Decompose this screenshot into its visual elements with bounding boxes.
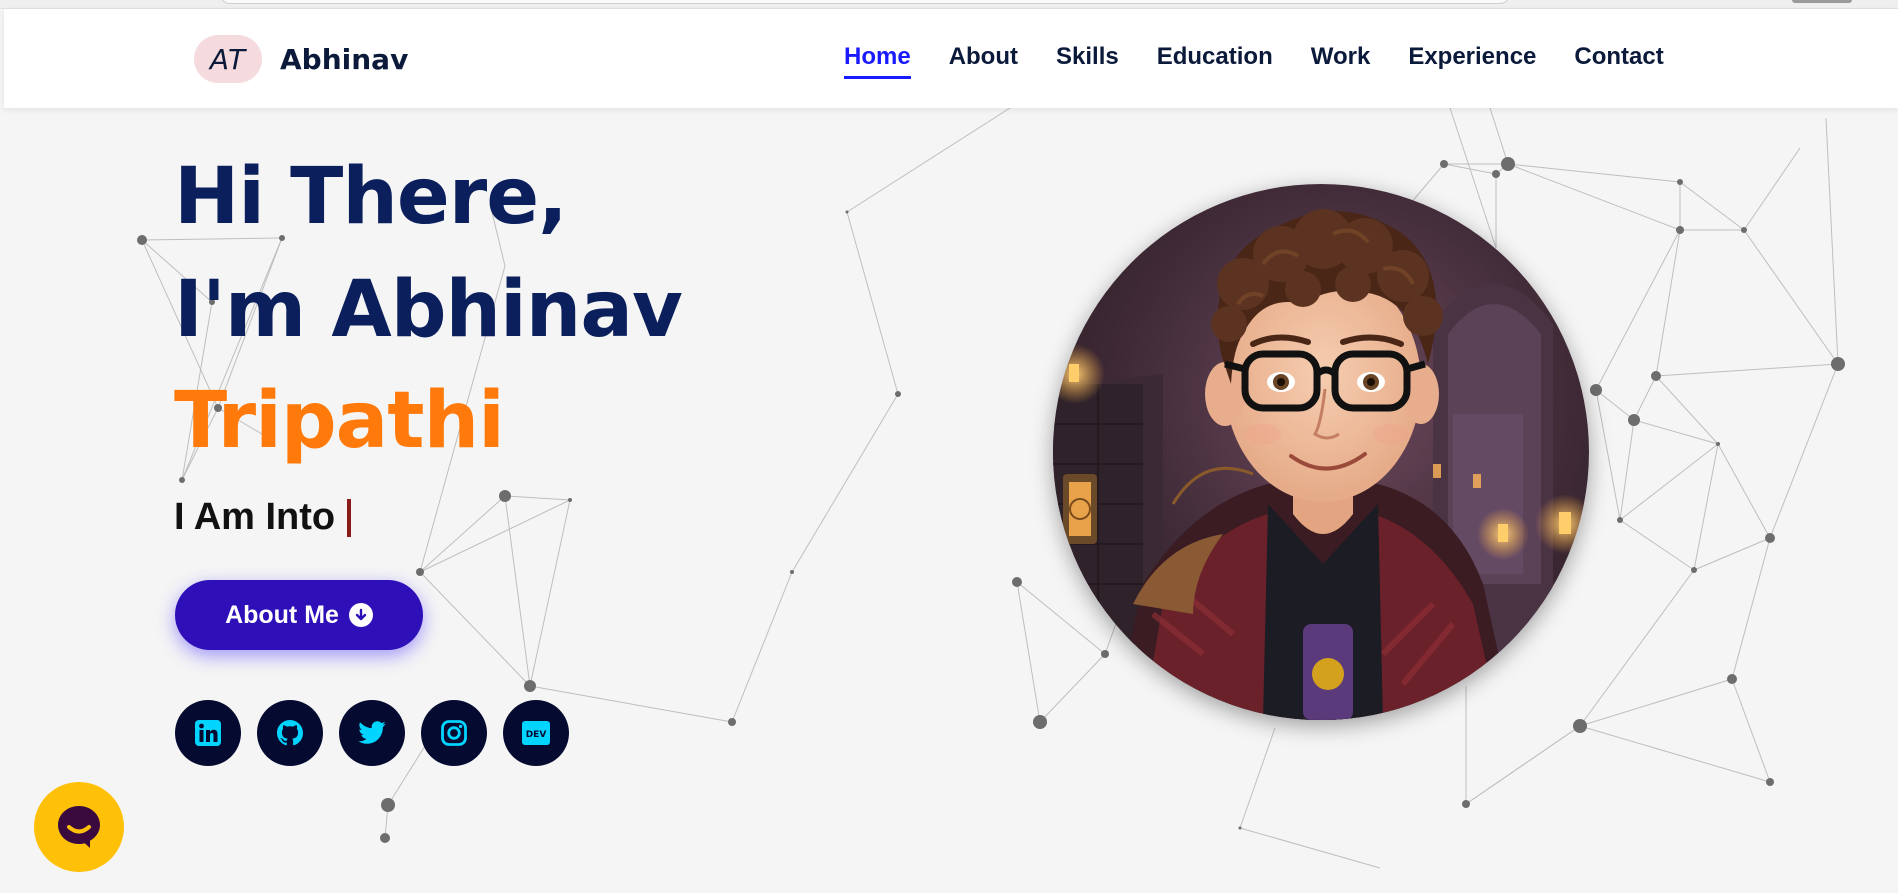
nav-item-skills[interactable]: Skills: [1056, 43, 1119, 79]
about-me-label: About Me: [225, 600, 339, 629]
arrow-down-circle-icon: [348, 603, 373, 627]
browser-button-edge[interactable]: [1792, 0, 1852, 3]
instagram-icon: [441, 720, 467, 746]
twitter-icon: [358, 721, 386, 744]
linkedin-link[interactable]: [175, 700, 241, 766]
navbar: AT Abhinav Home About Skills Education W…: [4, 9, 1898, 108]
twitter-link[interactable]: [339, 700, 405, 766]
typed-text-line: I Am Into: [174, 496, 352, 539]
typed-prefix: I Am Into: [174, 496, 336, 538]
linkedin-icon: [195, 720, 221, 746]
nav-item-education[interactable]: Education: [1157, 43, 1273, 79]
github-link[interactable]: [257, 700, 323, 766]
address-bar-edge[interactable]: [220, 0, 1510, 4]
svg-text:DEV: DEV: [526, 730, 547, 740]
instagram-link[interactable]: [421, 700, 487, 766]
typing-cursor: [347, 498, 352, 537]
browser-top-strip: [0, 0, 1898, 9]
chat-icon: [58, 806, 100, 848]
brand-initials-badge: AT: [194, 35, 262, 83]
nav-item-experience[interactable]: Experience: [1408, 43, 1536, 79]
nav-item-home[interactable]: Home: [844, 43, 911, 79]
nav-item-work[interactable]: Work: [1311, 43, 1371, 79]
profile-avatar: [1053, 184, 1589, 720]
social-links: DEV: [175, 700, 569, 766]
github-icon: [277, 720, 303, 746]
hero-surname: Tripathi: [174, 376, 505, 466]
dev-link[interactable]: DEV: [503, 700, 569, 766]
hero-name-line: I'm Abhinav: [174, 265, 683, 355]
nav-item-about[interactable]: About: [949, 43, 1018, 79]
brand-name: Abhinav: [280, 42, 409, 76]
dev-icon: DEV: [522, 721, 550, 745]
main-nav: Home About Skills Education Work Experie…: [844, 43, 1664, 79]
about-me-button[interactable]: About Me: [175, 580, 423, 650]
chat-widget-button[interactable]: [34, 782, 124, 872]
hero-greeting: Hi There,: [174, 152, 568, 242]
nav-item-contact[interactable]: Contact: [1574, 43, 1663, 79]
brand-logo-link[interactable]: AT Abhinav: [194, 35, 408, 83]
